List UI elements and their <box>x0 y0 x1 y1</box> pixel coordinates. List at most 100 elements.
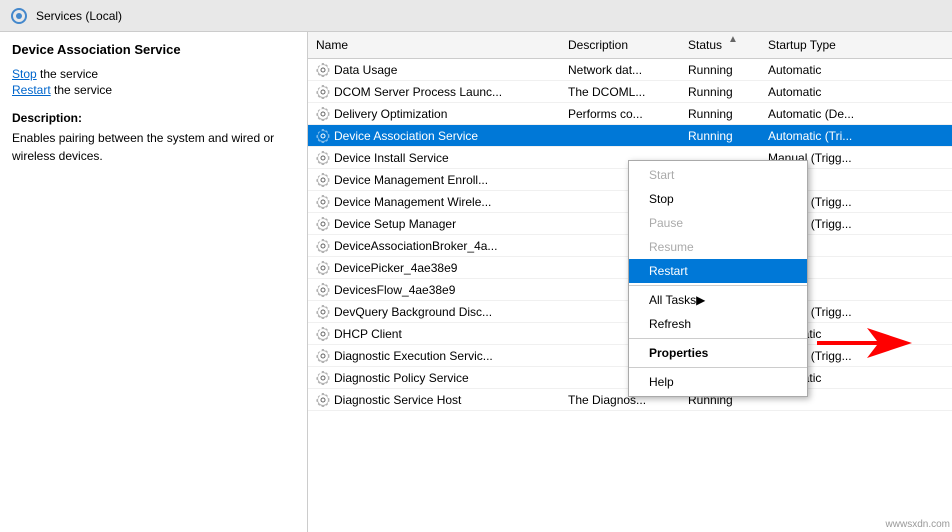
row-name-text: Device Association Service <box>334 129 478 143</box>
context-menu-item-properties[interactable]: Properties <box>629 341 807 365</box>
title-bar: Services (Local) <box>0 0 952 32</box>
row-status-cell: Running <box>684 62 764 78</box>
table-row[interactable]: Data Usage Network dat... Running Automa… <box>308 59 952 81</box>
row-name-cell: Device Association Service <box>312 128 564 144</box>
row-name-text: DHCP Client <box>334 327 402 341</box>
header-startup[interactable]: Startup Type <box>764 36 894 54</box>
context-menu-item-help[interactable]: Help <box>629 370 807 394</box>
row-name-text: Diagnostic Policy Service <box>334 371 469 385</box>
gear-icon <box>316 261 330 275</box>
services-icon <box>10 7 28 25</box>
context-menu-item-stop[interactable]: Stop <box>629 187 807 211</box>
row-name-cell: DCOM Server Process Launc... <box>312 84 564 100</box>
row-name-text: Diagnostic Execution Servic... <box>334 349 493 363</box>
row-startup-cell: Automatic <box>764 62 894 78</box>
gear-icon <box>316 327 330 341</box>
row-name-text: Device Setup Manager <box>334 217 456 231</box>
table-row[interactable]: Delivery Optimization Performs co... Run… <box>308 103 952 125</box>
row-name-cell: Device Setup Manager <box>312 216 564 232</box>
gear-icon <box>316 85 330 99</box>
red-arrow-indicator <box>812 328 912 361</box>
context-menu-item-restart[interactable]: Restart <box>629 259 807 283</box>
row-name-text: Data Usage <box>334 63 397 77</box>
stop-action-line: Stop the service <box>12 67 295 81</box>
table-row[interactable]: Device Association Service Running Autom… <box>308 125 952 147</box>
header-name[interactable]: Name <box>312 36 564 54</box>
table-header: Name Description Status Startup Type <box>308 32 952 59</box>
right-panel: ▲ Name Description Status Startup Type D… <box>308 32 952 532</box>
restart-label: the service <box>54 83 112 97</box>
context-menu-item-pause: Pause <box>629 211 807 235</box>
context-menu-item-all-tasks[interactable]: All Tasks▶ <box>629 288 807 312</box>
gear-icon <box>316 393 330 407</box>
description-label: Description: <box>12 111 295 125</box>
submenu-arrow-icon: ▶ <box>696 293 705 307</box>
context-menu-item-refresh[interactable]: Refresh <box>629 312 807 336</box>
context-menu: StartStopPauseResumeRestartAll Tasks▶Ref… <box>628 160 808 397</box>
row-desc-cell: The DCOML... <box>564 84 684 100</box>
row-name-cell: Diagnostic Policy Service <box>312 370 564 386</box>
stop-label: the service <box>40 67 98 81</box>
row-name-text: DevicePicker_4ae38e9 <box>334 261 457 275</box>
gear-icon <box>316 63 330 77</box>
header-status[interactable]: Status <box>684 36 764 54</box>
gear-icon <box>316 239 330 253</box>
row-name-text: DevQuery Background Disc... <box>334 305 492 319</box>
context-menu-separator <box>629 367 807 368</box>
row-status-cell <box>684 157 764 159</box>
gear-icon <box>316 217 330 231</box>
title-bar-text: Services (Local) <box>36 9 122 23</box>
row-name-cell: DeviceAssociationBroker_4a... <box>312 238 564 254</box>
row-name-cell: DevicesFlow_4ae38e9 <box>312 282 564 298</box>
row-startup-cell <box>764 399 894 401</box>
watermark: wwwsxdn.com <box>886 519 950 530</box>
row-status-cell: Running <box>684 106 764 122</box>
gear-icon <box>316 349 330 363</box>
row-name-text: Device Management Wirele... <box>334 195 491 209</box>
gear-icon <box>316 371 330 385</box>
context-menu-item-start: Start <box>629 163 807 187</box>
row-name-cell: DevicePicker_4ae38e9 <box>312 260 564 276</box>
gear-icon <box>316 151 330 165</box>
description-text: Enables pairing between the system and w… <box>12 129 295 165</box>
row-desc-cell: Performs co... <box>564 106 684 122</box>
row-name-cell: DHCP Client <box>312 326 564 342</box>
context-menu-item-resume: Resume <box>629 235 807 259</box>
row-startup-cell: Automatic (Tri... <box>764 128 894 144</box>
row-name-text: Delivery Optimization <box>334 107 447 121</box>
restart-action-line: Restart the service <box>12 83 295 97</box>
context-menu-item-label: All Tasks <box>649 293 696 307</box>
gear-icon <box>316 173 330 187</box>
row-status-cell: Running <box>684 128 764 144</box>
main-container: Device Association Service Stop the serv… <box>0 32 952 532</box>
gear-icon <box>316 129 330 143</box>
row-name-cell: Delivery Optimization <box>312 106 564 122</box>
selected-service-title: Device Association Service <box>12 42 295 57</box>
row-name-cell: Device Management Enroll... <box>312 172 564 188</box>
row-desc-cell <box>564 157 684 159</box>
context-menu-separator <box>629 285 807 286</box>
row-name-cell: Data Usage <box>312 62 564 78</box>
row-startup-cell: Automatic (De... <box>764 106 894 122</box>
header-description[interactable]: Description <box>564 36 684 54</box>
gear-icon <box>316 305 330 319</box>
left-panel: Device Association Service Stop the serv… <box>0 32 308 532</box>
row-name-text: DeviceAssociationBroker_4a... <box>334 239 497 253</box>
row-desc-cell: Network dat... <box>564 62 684 78</box>
row-desc-cell <box>564 135 684 137</box>
restart-link[interactable]: Restart <box>12 83 51 97</box>
row-startup-cell: Automatic <box>764 84 894 100</box>
gear-icon <box>316 283 330 297</box>
context-menu-separator <box>629 338 807 339</box>
row-name-cell: DevQuery Background Disc... <box>312 304 564 320</box>
gear-icon <box>316 107 330 121</box>
row-name-text: Diagnostic Service Host <box>334 393 461 407</box>
stop-link[interactable]: Stop <box>12 67 37 81</box>
row-name-text: Device Management Enroll... <box>334 173 488 187</box>
gear-icon <box>316 195 330 209</box>
row-name-text: DCOM Server Process Launc... <box>334 85 502 99</box>
row-status-cell: Running <box>684 84 764 100</box>
table-row[interactable]: DCOM Server Process Launc... The DCOML..… <box>308 81 952 103</box>
row-name-cell: Device Install Service <box>312 150 564 166</box>
sort-arrow: ▲ <box>728 34 738 45</box>
